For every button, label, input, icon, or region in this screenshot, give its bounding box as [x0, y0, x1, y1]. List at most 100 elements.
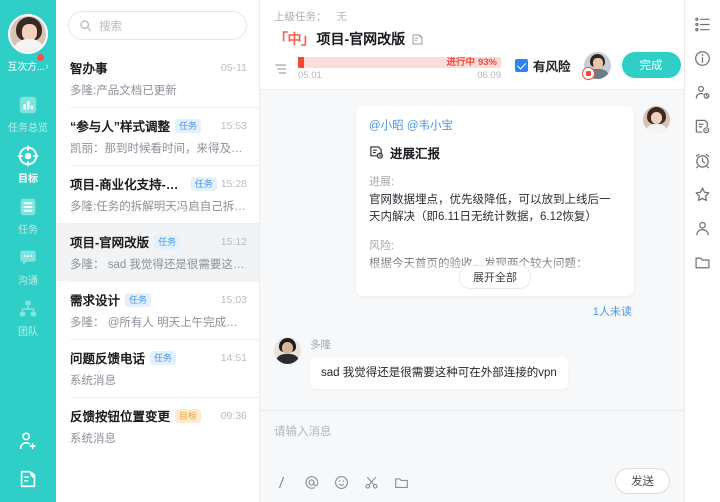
message-input[interactable]: 请输入消息 [274, 423, 670, 439]
user-name-row[interactable]: 互次方... › [0, 54, 56, 73]
card-kind-label: 进展汇报 [390, 147, 441, 161]
main-panel: 上级任务： 无 「中」 项目-官网改版 进行中 93% 05.01 06.09 有… [260, 0, 720, 502]
levels-icon[interactable] [274, 62, 290, 76]
progress-status: 进行中 [446, 57, 475, 68]
edit-icon[interactable] [411, 33, 424, 46]
star-icon[interactable] [694, 186, 711, 203]
rail-nav-list: 任务总览 目标 任务 沟通 团队 [0, 87, 56, 342]
app-root: 互次方... › 任务总览 目标 任务 沟通 团队 搜索 智办事 05-11 多… [0, 0, 720, 502]
chevron-right-icon: › [45, 60, 49, 71]
list-item-title: 项目-商业化支持-免费策... [70, 178, 186, 192]
card-mentions: @小昭 @韦小宝 [369, 120, 454, 132]
risk-checkbox[interactable]: 有风险 [515, 56, 571, 75]
info-icon[interactable] [694, 50, 711, 67]
status-badge: 任务 [190, 176, 217, 191]
ordered-list-icon[interactable] [694, 16, 711, 33]
document-settings-icon[interactable] [694, 118, 711, 135]
progress-fill [298, 57, 304, 68]
avatar[interactable] [643, 106, 670, 133]
list-item[interactable]: 反馈按钮位置变更 目标 09:36 系统消息 [56, 397, 259, 455]
page-title: 项目-官网改版 [316, 31, 406, 47]
report-icon [369, 145, 384, 160]
list-item[interactable]: 问题反馈电话 任务 14:51 系统消息 [56, 339, 259, 397]
progress-text: 进行中 93% [446, 57, 497, 68]
sidebar-item-chat[interactable]: 沟通 [0, 240, 56, 291]
edit-document-icon[interactable] [17, 468, 39, 490]
list-item-time: 15:12 [220, 235, 247, 248]
left-nav-rail: 互次方... › 任务总览 目标 任务 沟通 团队 [0, 0, 56, 502]
status-badge: 目标 [175, 408, 202, 423]
list-item-selected[interactable]: 项目-官网改版 任务 15:12 多隆： sad 我觉得还是很需要这种... [56, 223, 259, 281]
alarm-clock-icon[interactable] [694, 152, 711, 169]
progress-column: 进行中 93% 05.01 06.09 [298, 57, 501, 81]
list-item-header: 问题反馈电话 任务 14:51 [70, 348, 247, 367]
emoji-icon[interactable] [334, 475, 349, 490]
list-item-title: 问题反馈电话 [70, 352, 146, 366]
message-composer: 请输入消息 发送 [260, 410, 684, 502]
send-button[interactable]: 发送 [615, 468, 670, 494]
progress-section-text: 官网数据埋点，优先级降低，可以放到上线后一天内解决（即6.11日无统计数据，6.… [369, 194, 611, 223]
sidebar-item-overview[interactable]: 任务总览 [0, 87, 56, 138]
sidebar-item-label: 团队 [18, 327, 38, 338]
title-row: 「中」 项目-官网改版 [274, 29, 670, 49]
complete-button[interactable]: 完成 [621, 52, 681, 78]
target-icon [17, 145, 39, 167]
priority-badge: 「中」 [274, 31, 315, 47]
list-item[interactable]: 智办事 05-11 多隆:产品文档已更新 [56, 49, 259, 107]
progress-percent: 93% [477, 57, 497, 68]
parent-task-label: 上级任务： [274, 11, 327, 23]
message-column: 多隆 sad 我觉得还是很需要这种可在外部连接的vpn [310, 337, 568, 389]
parent-task-value: 无 [336, 11, 348, 23]
user-avatar[interactable] [8, 14, 48, 54]
person-icon[interactable] [694, 220, 711, 237]
status-badge: 任务 [175, 118, 202, 133]
message-sender: 多隆 [310, 339, 331, 351]
list-item[interactable]: “参与人”样式调整 任务 15:53 凯丽：那到时候看时间，来得及再说 [56, 107, 259, 165]
list-item-time: 14:51 [220, 351, 247, 364]
list-item[interactable]: 需求设计 任务 15:03 多隆： @所有人 明天上午完成测试... [56, 281, 259, 339]
sidebar-item-label: 沟通 [18, 276, 38, 287]
sidebar-item-tasks[interactable]: 任务 [0, 189, 56, 240]
folder-icon[interactable] [394, 475, 409, 490]
folder-icon[interactable] [694, 254, 711, 271]
list-item-title: 反馈按钮位置变更 [70, 410, 171, 424]
task-list-icon [17, 196, 39, 218]
list-item-header: 智办事 05-11 [70, 58, 247, 77]
list-item-time: 15:53 [220, 119, 247, 132]
list-item-subtitle: 多隆： @所有人 明天上午完成测试... [70, 317, 247, 329]
risk-label: 有风险 [533, 59, 571, 74]
at-icon[interactable] [304, 475, 319, 490]
scissors-icon[interactable] [364, 475, 379, 490]
progress-bar[interactable]: 进行中 93% [298, 57, 501, 68]
progress-section-label: 进展: [369, 176, 395, 188]
list-item-time: 05-11 [220, 61, 247, 74]
avatar[interactable] [274, 337, 301, 364]
chat-icon [17, 247, 39, 269]
progress-row: 进行中 93% 05.01 06.09 有风险 完成 [274, 51, 720, 81]
progress-report-card[interactable]: @小昭 @韦小宝 进展汇报 进展: 官网数据埋点，优先级降低，可以放到上线后一天… [356, 106, 634, 296]
slash-icon[interactable] [274, 475, 289, 490]
add-person-icon[interactable] [17, 430, 39, 452]
sidebar-item-goal[interactable]: 目标 [0, 138, 56, 189]
status-badge: 任务 [150, 350, 177, 365]
list-item-subtitle: 系统消息 [70, 375, 116, 387]
assignee-avatar[interactable] [581, 51, 611, 80]
search-placeholder: 搜索 [99, 20, 122, 33]
unread-count[interactable]: 1人未读 [274, 303, 670, 319]
sidebar-item-label: 任务总览 [8, 123, 48, 134]
sidebar-item-team[interactable]: 团队 [0, 291, 56, 342]
search-input[interactable]: 搜索 [68, 11, 247, 40]
list-item-time: 09:36 [220, 409, 247, 422]
list-item[interactable]: 项目-商业化支持-免费策... 任务 15:28 多隆:任务的拆解明天冯启自己拆… [56, 165, 259, 223]
list-item-header: 项目-官网改版 任务 15:12 [70, 232, 247, 251]
list-item-header: 反馈按钮位置变更 目标 09:36 [70, 406, 247, 425]
sidebar-item-label: 任务 [18, 225, 38, 236]
status-badge: 任务 [125, 292, 152, 307]
parent-task-row: 上级任务： 无 [274, 9, 670, 24]
search-icon [79, 19, 92, 32]
person-settings-icon[interactable] [694, 84, 711, 101]
expand-all-button[interactable]: 展开全部 [459, 265, 531, 289]
list-item-header: “参与人”样式调整 任务 15:53 [70, 116, 247, 135]
list-item-header: 需求设计 任务 15:03 [70, 290, 247, 309]
conversation-items: 智办事 05-11 多隆:产品文档已更新 “参与人”样式调整 任务 15:53 … [56, 49, 259, 502]
